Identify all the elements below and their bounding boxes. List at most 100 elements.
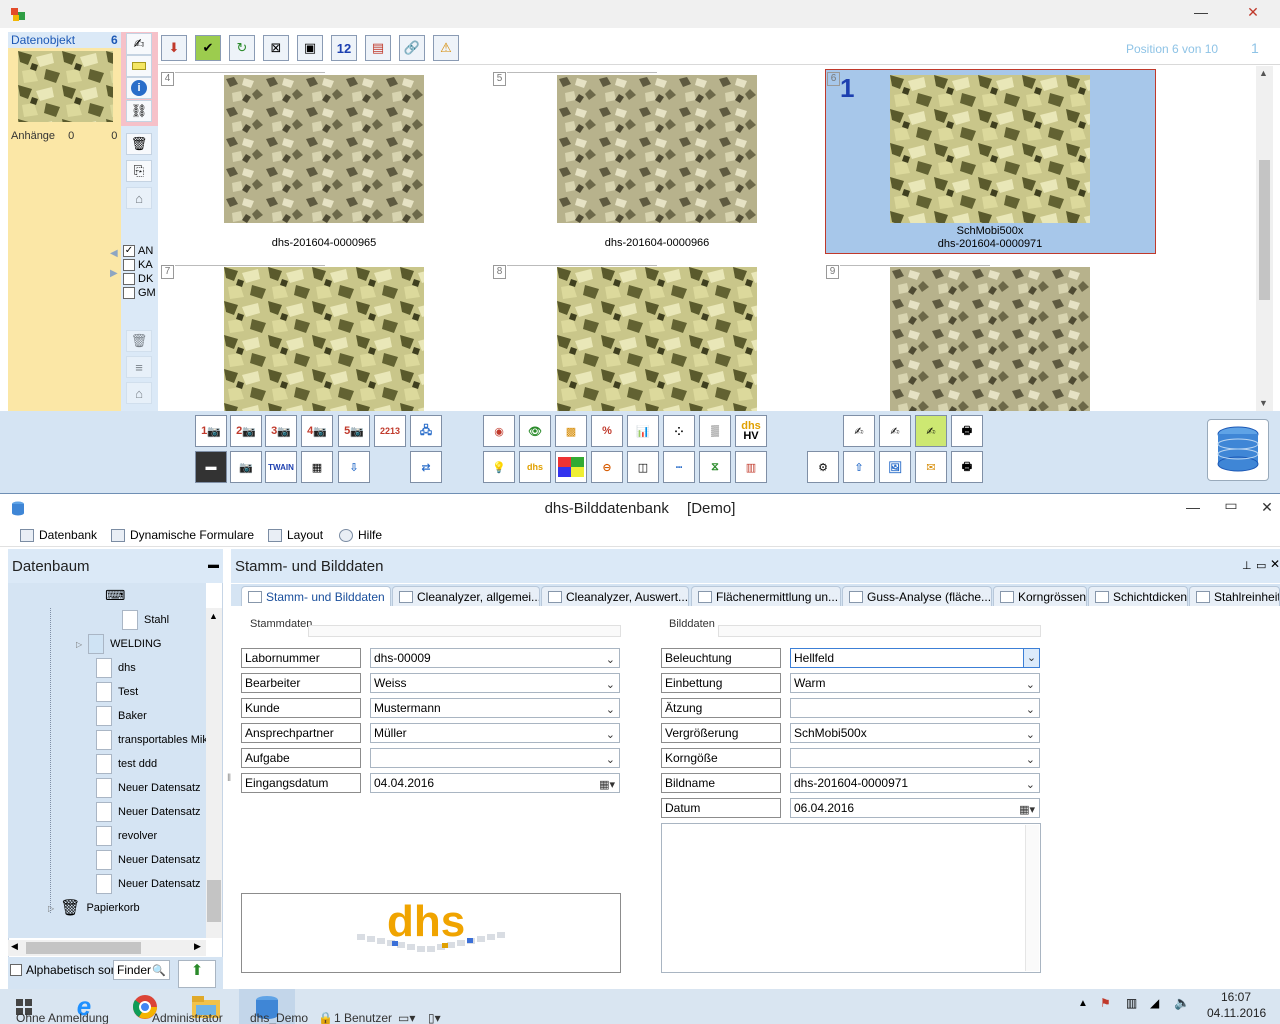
scroll-down-icon[interactable]: ▼ [1259,398,1268,408]
korngroesse-field[interactable]: ⌄ [790,748,1040,768]
collapse-left-icon[interactable]: ◀ [110,248,118,259]
finder-input[interactable]: Finder 🔍 [113,960,170,980]
tray-device-icon[interactable]: ▥ [1126,996,1137,1010]
sort-alphabetical-checkbox[interactable] [10,964,22,976]
page-number-icon[interactable]: 12 [331,35,357,61]
filter-gm[interactable]: GM [123,286,156,300]
main-minimize-button[interactable]: — [1180,497,1206,517]
tab-guss-analyse[interactable]: Guss-Analyse (fläche... [842,586,992,606]
menu-layout[interactable]: Layout [268,528,323,542]
list-disabled-icon[interactable]: ≡ [126,356,152,378]
sort-alphabetical-toggle[interactable]: Alphabetisch sor [10,963,115,977]
tab-schichtdicken[interactable]: Schichtdicken [1088,586,1188,606]
eye-icon[interactable]: 👁 [519,415,551,447]
tree-item[interactable]: Neuer Datensatz [96,872,201,896]
window-dropdown-icon[interactable]: ▭▾ [398,1011,415,1024]
network-icon[interactable]: ⛓ [126,100,152,122]
bar-sum-icon[interactable]: ▥ [735,451,767,483]
twain-icon[interactable]: TWAIN [265,451,297,483]
gallery-thumbnail[interactable] [224,267,424,411]
hourglass-icon[interactable]: ⧖ [699,451,731,483]
viewer-close-button[interactable]: ✕ [1240,2,1266,22]
filter-ka-checkbox[interactable] [123,259,135,271]
tray-flag-icon[interactable]: ⚑ [1100,996,1111,1010]
scanner-icon[interactable]: ▬ [195,451,227,483]
tree-item[interactable]: dhs [96,656,136,680]
percent-icon[interactable]: % [591,415,623,447]
dhs-hv-icon[interactable]: dhs HV [735,415,767,447]
camera-5-icon[interactable]: 5 📷 [338,415,370,447]
notes-textarea[interactable] [661,823,1041,973]
tree-item[interactable]: Neuer Datensatz [96,776,201,800]
tree-scroll-up-icon[interactable]: ▲ [209,611,218,621]
scroll-left-icon[interactable]: ◀ [11,941,18,952]
tree-item[interactable]: Neuer Datensatz [96,800,201,824]
labornummer-field[interactable]: dhs-00009 ⌄ [370,648,620,668]
panel-close-icon[interactable]: ✕ [1270,557,1280,571]
aetzung-field[interactable]: ⌄ [790,698,1040,718]
filter-an[interactable]: ✓ AN [123,244,156,258]
camera-sequence-icon[interactable]: 2213 [374,415,406,447]
tray-volume-icon[interactable]: 🔈 [1174,995,1190,1011]
filter-dk[interactable]: DK [123,272,156,286]
menu-datenbank[interactable]: Datenbank [20,528,97,542]
check-stack-icon[interactable]: ✔ [195,35,221,61]
bildname-field[interactable]: dhs-201604-0000971 ⌄ [790,773,1040,793]
main-maximize-button[interactable]: ▭ [1218,495,1244,515]
keyboard-node-icon[interactable]: ⌨ [105,587,125,604]
layers-icon[interactable]: ◫ [627,451,659,483]
camera-3-icon[interactable]: 3 📷 [265,415,297,447]
mail-icon[interactable]: ✉ [915,451,947,483]
beleuchtung-field[interactable]: Hellfeld ⌄ [790,648,1040,668]
copy-icon[interactable]: ⎘ [126,160,152,182]
link-icon[interactable]: 🔗 [399,35,425,61]
viewer-minimize-button[interactable]: — [1188,2,1214,22]
tree-item[interactable]: Neuer Datensatz [96,848,201,872]
signature-icon[interactable]: ✍ [126,33,152,55]
tab-stamm-bilddaten[interactable]: Stamm- und Bilddaten [241,586,391,606]
expand-right-icon[interactable]: ▶ [110,268,118,279]
dhs-globe-icon[interactable]: dhs [519,451,551,483]
info-icon[interactable]: i [126,77,152,99]
filter-an-checkbox[interactable]: ✓ [123,245,135,257]
cubes-icon[interactable]: ▩ [555,415,587,447]
main-close-button[interactable]: ✕ [1254,497,1280,517]
upload-box-icon[interactable]: ⇧ [843,451,875,483]
particles-icon[interactable]: ⁘ [663,415,695,447]
bearbeiter-field[interactable]: Weiss ⌄ [370,673,620,693]
tray-signal-icon[interactable]: ◢ [1150,996,1159,1010]
tab-stahlreinheit[interactable]: Stahlreinheit [1189,586,1280,606]
image-stack-icon[interactable]: ▦ [301,451,333,483]
clock-time[interactable]: 16:07 [1221,990,1251,1004]
trash-disabled-icon[interactable]: 🗑 [126,330,152,352]
camera-2-icon[interactable]: 2 📷 [230,415,262,447]
warning-icon[interactable]: ⚠ [433,35,459,61]
tab-cleanalyzer-allgemein[interactable]: Cleanalyzer, allgemei... [392,586,540,606]
menu-help[interactable]: Hilfe [339,528,382,542]
transfer-icon[interactable]: ⇄ [410,451,442,483]
eingangsdatum-field[interactable]: 04.04.2016 ▦▾ [370,773,620,793]
tab-korngroessen[interactable]: Korngrössen [993,586,1087,606]
refresh-icon[interactable]: ↻ [229,35,255,61]
gallery-thumbnail[interactable] [557,75,757,223]
einbettung-field[interactable]: Warm ⌄ [790,673,1040,693]
settings-gear-icon[interactable]: ⚙ [807,451,839,483]
tree-item-trash[interactable]: ▷ 🗑 Papierkorb [48,896,140,920]
vergroesserung-field[interactable]: SchMobi500x ⌄ [790,723,1040,743]
gallery-thumbnail-selected[interactable] [890,75,1090,223]
camera-4-icon[interactable]: 4 📷 [301,415,333,447]
menu-dynamic-forms[interactable]: Dynamische Formulare [111,528,254,542]
color-blocks-icon[interactable] [555,451,587,483]
kunde-field[interactable]: Mustermann ⌄ [370,698,620,718]
lightbulb-icon[interactable]: 💡 [483,451,515,483]
noise-pattern-icon[interactable]: ▒ [699,415,731,447]
monitor-icon[interactable]: ▣ [297,35,323,61]
filter-ka[interactable]: KA [123,258,156,272]
color-wheel-icon[interactable]: ◉ [483,415,515,447]
trash-icon[interactable]: 🗑 [126,133,152,155]
tree-item[interactable]: Test [96,680,138,704]
hand-sign-blue-icon[interactable]: ✍ [879,415,911,447]
highlight-icon[interactable] [126,55,152,77]
hand-sign-icon[interactable]: ✍ [843,415,875,447]
circle-target-icon[interactable]: ⊖ [591,451,623,483]
